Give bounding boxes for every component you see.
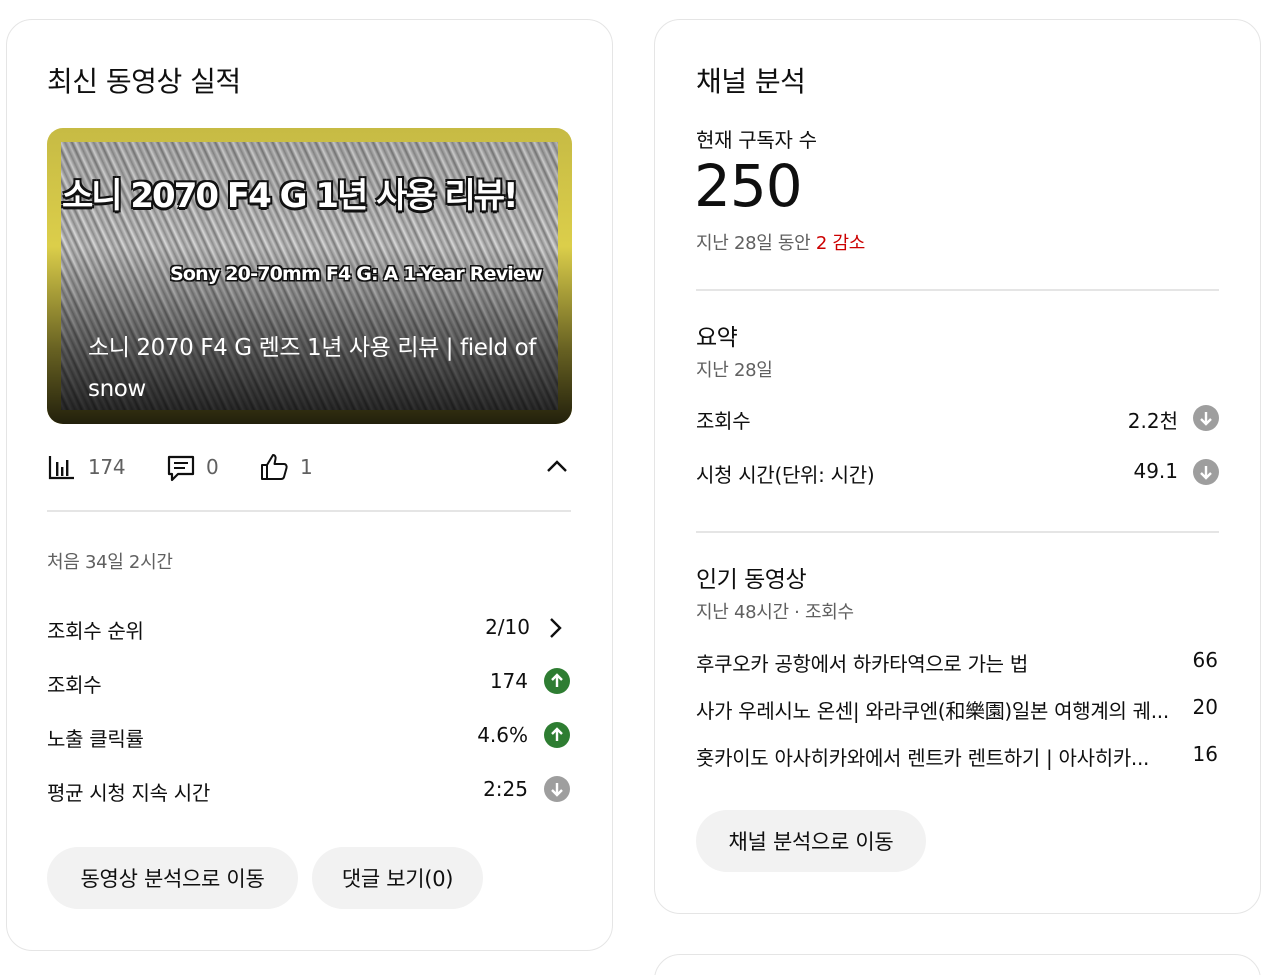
thumbnail-overlay-korean: 소니 2070 F4 G 1년 사용 리뷰! bbox=[62, 176, 519, 216]
popular-video-title[interactable]: 사가 우레시노 온센| 와라쿠엔(和樂園)일본 여행계의 궤... bbox=[696, 695, 1181, 724]
popular-video-views: 20 bbox=[1192, 695, 1218, 719]
view-comments-button[interactable]: 댓글 보기(0) bbox=[312, 847, 483, 909]
arrow-down-icon bbox=[1193, 405, 1219, 431]
thumbs-up-icon bbox=[261, 454, 288, 480]
metric-value-rank: 2/10 bbox=[485, 615, 530, 639]
popular-videos-period: 지난 48시간 · 조회수 bbox=[696, 602, 854, 623]
period-label: 처음 34일 2시간 bbox=[47, 552, 173, 573]
thumbnail-overlay-english: Sony 20-70mm F4 G: A 1-Year Review bbox=[170, 263, 543, 285]
comment-icon bbox=[167, 455, 195, 482]
views-count: 174 bbox=[88, 455, 126, 479]
popular-videos-title: 인기 동영상 bbox=[696, 567, 807, 593]
metric-label-rank: 조회수 순위 bbox=[47, 619, 144, 643]
arrow-down-icon bbox=[1193, 459, 1219, 485]
comments-count: 0 bbox=[206, 455, 219, 479]
channel-analytics-title: 채널 분석 bbox=[696, 65, 806, 98]
latest-video-title: 최신 동영상 실적 bbox=[47, 65, 241, 98]
arrow-down-icon bbox=[544, 776, 570, 802]
subscribers-change-prefix: 지난 28일 동안 bbox=[696, 233, 816, 254]
arrow-up-icon bbox=[544, 722, 570, 748]
bar-chart-icon bbox=[48, 456, 74, 480]
metric-value-ctr: 4.6% bbox=[477, 723, 528, 747]
arrow-up-icon bbox=[544, 668, 570, 694]
subscribers-change-value: 2 감소 bbox=[815, 233, 865, 254]
channel-analytics-button[interactable]: 채널 분석으로 이동 bbox=[696, 810, 926, 872]
summary-period: 지난 28일 bbox=[696, 360, 773, 381]
divider bbox=[696, 289, 1219, 291]
video-title[interactable]: 소니 2070 F4 G 렌즈 1년 사용 리뷰 | field of snow bbox=[88, 328, 548, 410]
metric-label-ctr: 노출 클릭률 bbox=[47, 727, 144, 751]
summary-value-views: 2.2천 bbox=[1127, 409, 1178, 433]
chevron-right-icon[interactable] bbox=[545, 616, 565, 640]
divider bbox=[696, 531, 1219, 533]
subscribers-count: 250 bbox=[694, 152, 803, 220]
popular-video-title[interactable]: 홋카이도 아사히카와에서 렌트카 렌트하기 | 아사히카... bbox=[696, 742, 1181, 771]
metric-label-views: 조회수 bbox=[47, 673, 102, 697]
summary-label-watch-time: 시청 시간(단위: 시간) bbox=[696, 463, 875, 487]
subscribers-change: 지난 28일 동안 2 감소 bbox=[696, 229, 865, 255]
summary-title: 요약 bbox=[696, 325, 738, 351]
subscribers-label: 현재 구독자 수 bbox=[696, 128, 817, 152]
video-analytics-button[interactable]: 동영상 분석으로 이동 bbox=[47, 847, 298, 909]
summary-value-watch-time: 49.1 bbox=[1133, 459, 1178, 483]
next-card bbox=[654, 954, 1261, 975]
popular-video-views: 66 bbox=[1192, 648, 1218, 672]
metric-value-views: 174 bbox=[489, 669, 528, 693]
summary-label-views: 조회수 bbox=[696, 409, 751, 433]
divider bbox=[47, 510, 571, 512]
chevron-up-icon[interactable] bbox=[545, 458, 569, 474]
popular-video-title[interactable]: 후쿠오카 공항에서 하카타역으로 가는 법 bbox=[696, 648, 1181, 677]
likes-count: 1 bbox=[300, 455, 313, 479]
metric-value-avg-duration: 2:25 bbox=[483, 777, 528, 801]
popular-video-views: 16 bbox=[1192, 742, 1218, 766]
metric-label-avg-duration: 평균 시청 지속 시간 bbox=[47, 781, 210, 805]
